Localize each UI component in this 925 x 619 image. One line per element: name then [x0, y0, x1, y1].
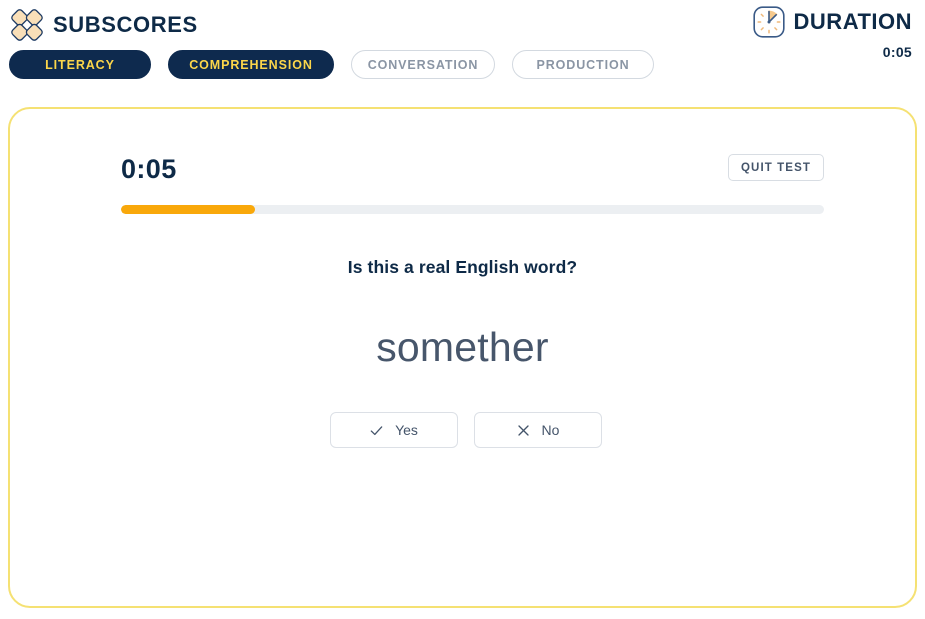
brand: SUBSCORES	[10, 8, 198, 42]
tab-production[interactable]: PRODUCTION	[512, 50, 654, 79]
duration-label: DURATION	[793, 9, 912, 34]
answer-no-label: No	[541, 422, 560, 438]
quit-test-label: QUIT TEST	[741, 161, 811, 174]
tab-production-label: PRODUCTION	[536, 57, 630, 72]
duration-block: DURATION 0:05	[752, 6, 912, 60]
duration-value: 0:05	[882, 44, 912, 60]
card-top-row: 0:05 QUIT TEST	[121, 149, 824, 193]
tab-conversation[interactable]: CONVERSATION	[351, 50, 495, 79]
answer-choices: Yes No	[10, 412, 915, 448]
progress-bar-fill	[121, 205, 255, 214]
tab-comprehension[interactable]: COMPREHENSION	[168, 50, 334, 79]
tab-literacy-label: LITERACY	[45, 57, 115, 72]
app-header: SUBSCORES DURATION 0:05	[0, 0, 925, 94]
diamond-cluster-logo-icon	[10, 8, 44, 42]
tab-literacy[interactable]: LITERACY	[9, 50, 151, 79]
close-icon	[516, 423, 531, 438]
stopwatch-icon	[752, 6, 785, 38]
tab-conversation-label: CONVERSATION	[367, 57, 479, 72]
subscore-tabs: LITERACY COMPREHENSION CONVERSATION PROD…	[9, 50, 654, 79]
tab-comprehension-label: COMPREHENSION	[189, 57, 313, 72]
answer-yes-button[interactable]: Yes	[329, 412, 458, 448]
test-card: 0:05 QUIT TEST Is this a real English wo…	[8, 107, 917, 608]
quit-test-button[interactable]: QUIT TEST	[728, 154, 824, 181]
page-title: SUBSCORES	[53, 12, 198, 37]
progress-bar	[121, 205, 824, 214]
check-icon	[369, 423, 384, 438]
timer-display: 0:05	[121, 154, 177, 184]
answer-no-button[interactable]: No	[473, 412, 602, 448]
stimulus-word: somether	[376, 324, 549, 370]
answer-yes-label: Yes	[395, 422, 418, 438]
question-prompt: Is this a real English word?	[347, 257, 578, 277]
